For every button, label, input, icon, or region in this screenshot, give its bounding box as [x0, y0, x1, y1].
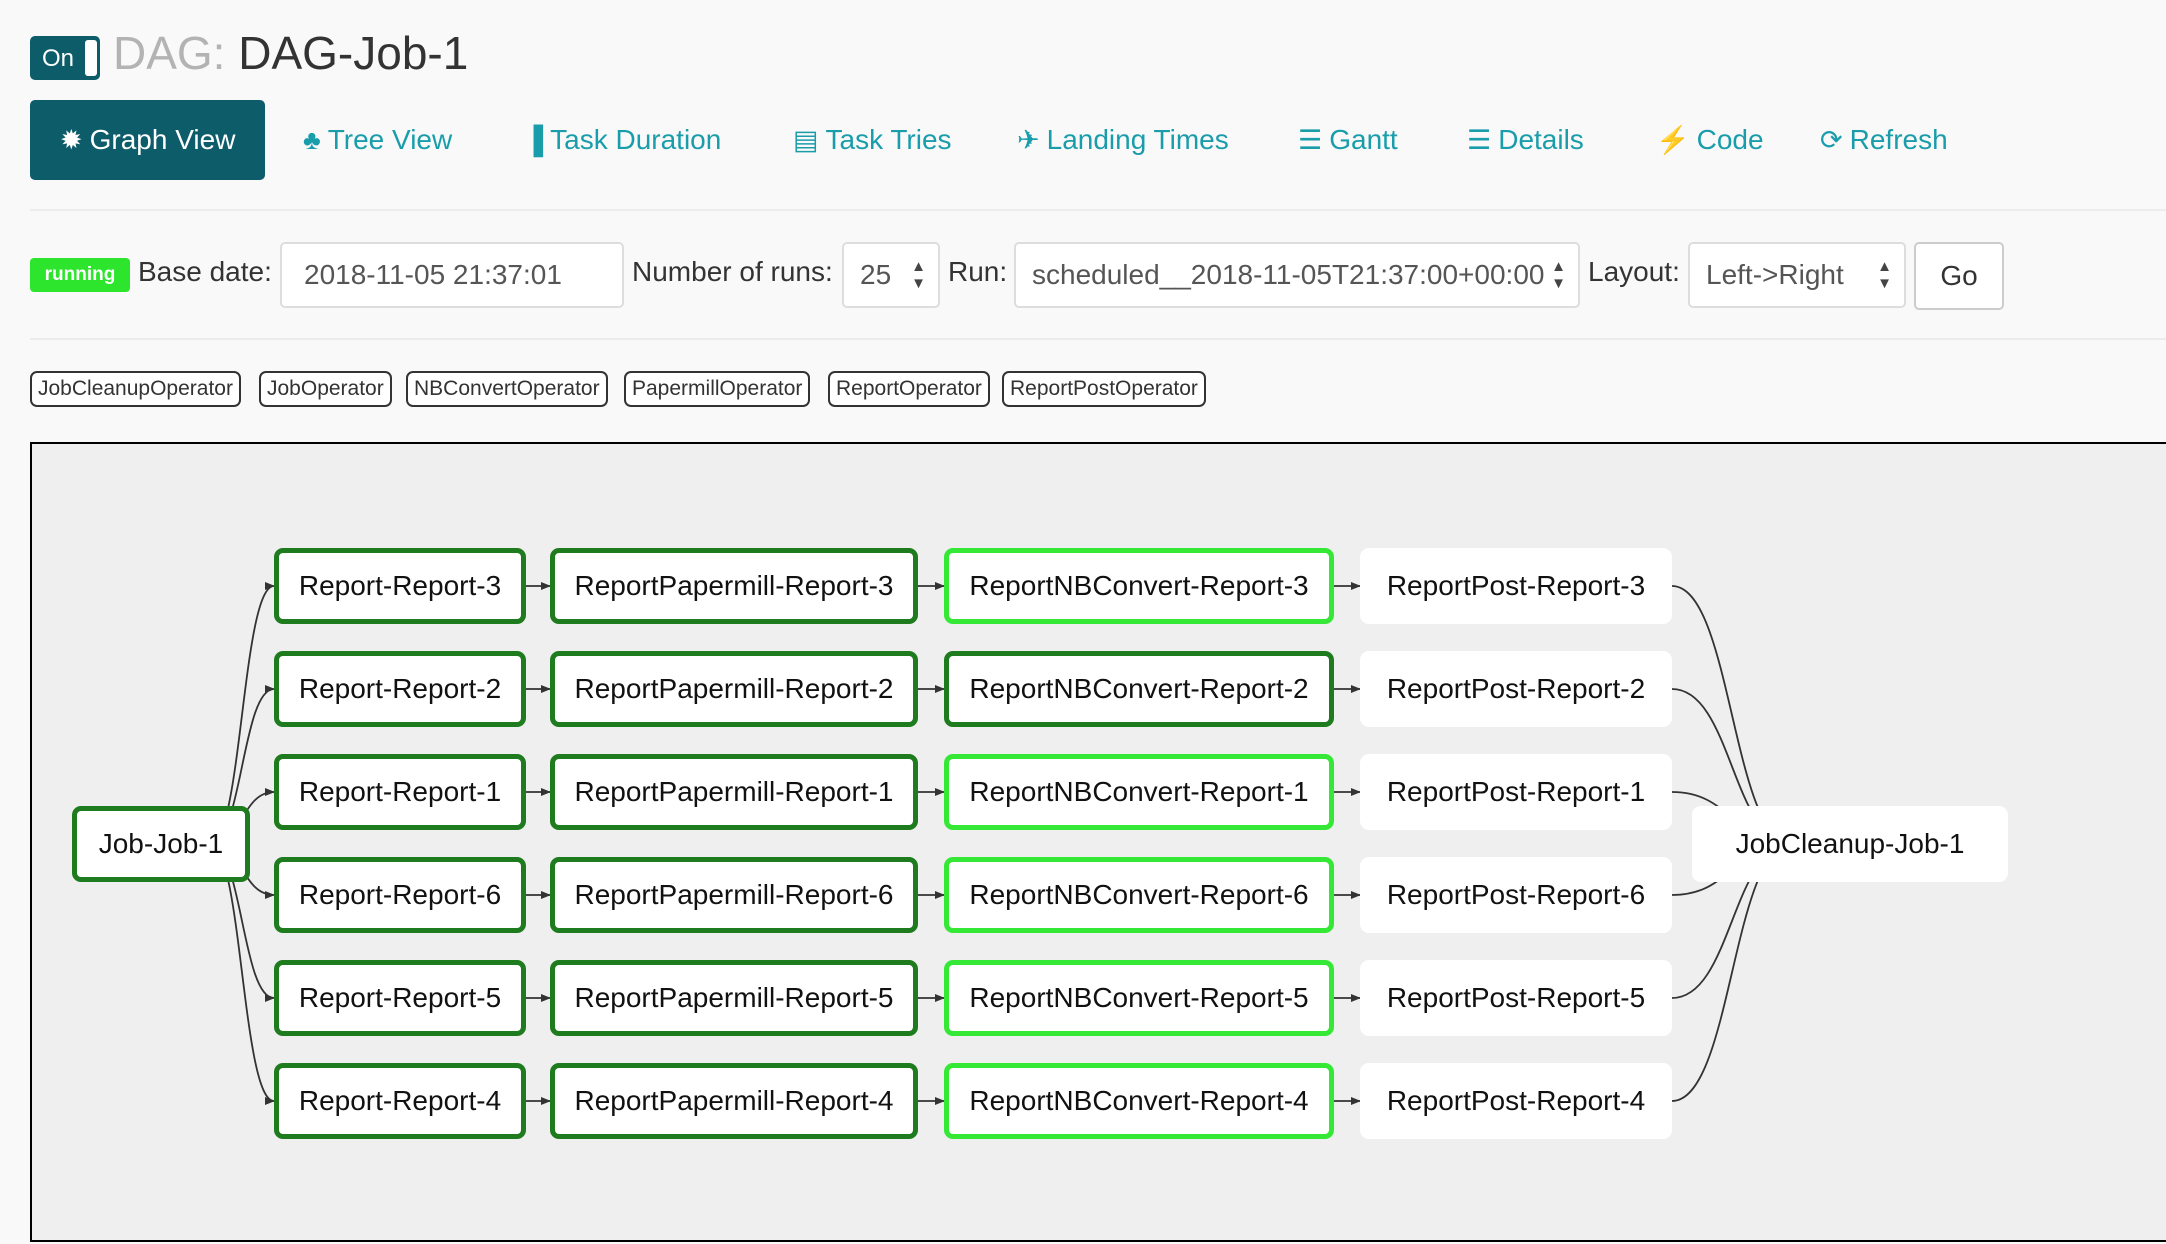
layout-value: Left->Right: [1706, 259, 1844, 290]
layout-label: Layout:: [1588, 256, 1680, 287]
tab-graph-view[interactable]: ✹ Graph View: [30, 100, 266, 180]
tab-tree-view[interactable]: ♣ Tree View: [303, 100, 452, 180]
num-runs-value: 25: [860, 259, 892, 290]
go-button[interactable]: Go: [1914, 242, 2004, 310]
tab-task-tries[interactable]: ▤ Task Tries: [793, 100, 952, 180]
task-node[interactable]: ReportPapermill-Report-1: [550, 754, 918, 830]
base-date-label: Base date:: [138, 256, 272, 287]
dag-on-off-toggle[interactable]: On: [30, 36, 100, 80]
tab-landing-times[interactable]: ✈ Landing Times: [1017, 100, 1229, 180]
task-node[interactable]: ReportPost-Report-6: [1360, 857, 1672, 933]
task-node[interactable]: Report-Report-3: [274, 548, 526, 624]
tab-label: Tree View: [327, 124, 453, 155]
task-node[interactable]: ReportPapermill-Report-4: [550, 1063, 918, 1139]
select-arrows-icon: ▲ ▼: [1551, 258, 1566, 292]
task-node[interactable]: Report-Report-4: [274, 1063, 526, 1139]
num-runs-label: Number of runs:: [632, 256, 833, 287]
task-node[interactable]: ReportNBConvert-Report-3: [944, 548, 1334, 624]
operator-legend-item: JobCleanupOperator: [30, 371, 241, 407]
list-icon: ☰: [1467, 124, 1492, 155]
base-date-input[interactable]: 2018-11-05 21:37:01: [280, 242, 624, 308]
toggle-knob: [85, 40, 97, 76]
plane-icon: ✈: [1017, 124, 1040, 155]
tab-label: Task Tries: [825, 124, 952, 155]
tab-label: Gantt: [1329, 124, 1398, 155]
task-node[interactable]: Report-Report-1: [274, 754, 526, 830]
dag-graph-canvas[interactable]: Job-Job-1 JobCleanup-Job-1 Report-Report-3…: [30, 442, 2166, 1242]
task-node[interactable]: ReportNBConvert-Report-6: [944, 857, 1334, 933]
dag-edge: [209, 843, 275, 1105]
task-node[interactable]: Job-Job-1: [72, 806, 250, 882]
divider: [30, 209, 2166, 211]
layout-select[interactable]: Left->Right ▲ ▼: [1688, 242, 1906, 308]
dag-edge: [1671, 840, 1793, 1102]
tab-label: Task Duration: [550, 124, 722, 155]
tab-label: Refresh: [1849, 124, 1948, 155]
dag-run-state-badge: running: [30, 258, 130, 292]
tab-label: Code: [1696, 124, 1764, 155]
task-node[interactable]: ReportPost-Report-2: [1360, 651, 1672, 727]
task-node[interactable]: ReportPapermill-Report-6: [550, 857, 918, 933]
title-prefix: DAG:: [113, 27, 226, 79]
task-node[interactable]: ReportPapermill-Report-2: [550, 651, 918, 727]
divider: [30, 338, 2166, 340]
task-node[interactable]: ReportNBConvert-Report-5: [944, 960, 1334, 1036]
refresh-icon: ⟳: [1820, 124, 1843, 155]
gantt-icon: ☰: [1298, 124, 1323, 155]
toggle-label: On: [42, 45, 75, 72]
operator-legend-item: NBConvertOperator: [406, 371, 608, 407]
num-runs-select[interactable]: 25 ▲ ▼: [842, 242, 940, 308]
run-label: Run:: [948, 256, 1008, 287]
task-node[interactable]: ReportPapermill-Report-5: [550, 960, 918, 1036]
tab-label: Graph View: [89, 124, 236, 155]
tree-icon: ♣: [303, 124, 321, 155]
files-icon: ▤: [793, 124, 819, 155]
page-title: DAG: DAG-Job-1: [113, 26, 468, 80]
task-node[interactable]: Report-Report-2: [274, 651, 526, 727]
task-node[interactable]: ReportPost-Report-5: [1360, 960, 1672, 1036]
flash-icon: ⚡: [1656, 125, 1690, 155]
dag-name: DAG-Job-1: [238, 27, 469, 79]
bar-chart-icon: ▐: [524, 124, 544, 155]
task-node[interactable]: ReportPost-Report-4: [1360, 1063, 1672, 1139]
operator-legend-item: JobOperator: [259, 371, 392, 407]
tab-task-duration[interactable]: ▐ Task Duration: [524, 100, 721, 180]
task-node[interactable]: ReportPost-Report-3: [1360, 548, 1672, 624]
tab-code[interactable]: ⚡ Code: [1656, 100, 1764, 180]
select-arrows-icon: ▲ ▼: [911, 258, 926, 292]
tab-gantt[interactable]: ☰ Gantt: [1298, 100, 1398, 180]
task-node[interactable]: ReportPost-Report-1: [1360, 754, 1672, 830]
select-arrows-icon: ▲ ▼: [1877, 258, 1892, 292]
run-value: scheduled__2018-11-05T21:37:00+00:00: [1032, 259, 1545, 290]
operator-legend-item: PapermillOperator: [624, 371, 811, 407]
operator-legend-item: ReportPostOperator: [1002, 371, 1206, 407]
task-node[interactable]: ReportNBConvert-Report-2: [944, 651, 1334, 727]
asterisk-icon: ✹: [60, 124, 83, 155]
task-node[interactable]: ReportPapermill-Report-3: [550, 548, 918, 624]
task-node[interactable]: JobCleanup-Job-1: [1692, 806, 2008, 882]
operator-legend-item: ReportOperator: [828, 371, 990, 407]
task-node[interactable]: Report-Report-5: [274, 960, 526, 1036]
task-node[interactable]: ReportNBConvert-Report-1: [944, 754, 1334, 830]
task-node[interactable]: Report-Report-6: [274, 857, 526, 933]
run-select[interactable]: scheduled__2018-11-05T21:37:00+00:00 ▲ ▼: [1014, 242, 1580, 308]
tab-label: Details: [1498, 124, 1584, 155]
tab-refresh[interactable]: ⟳ Refresh: [1820, 100, 1948, 180]
tab-details[interactable]: ☰ Details: [1467, 100, 1584, 180]
tab-label: Landing Times: [1046, 124, 1229, 155]
task-node[interactable]: ReportNBConvert-Report-4: [944, 1063, 1334, 1139]
